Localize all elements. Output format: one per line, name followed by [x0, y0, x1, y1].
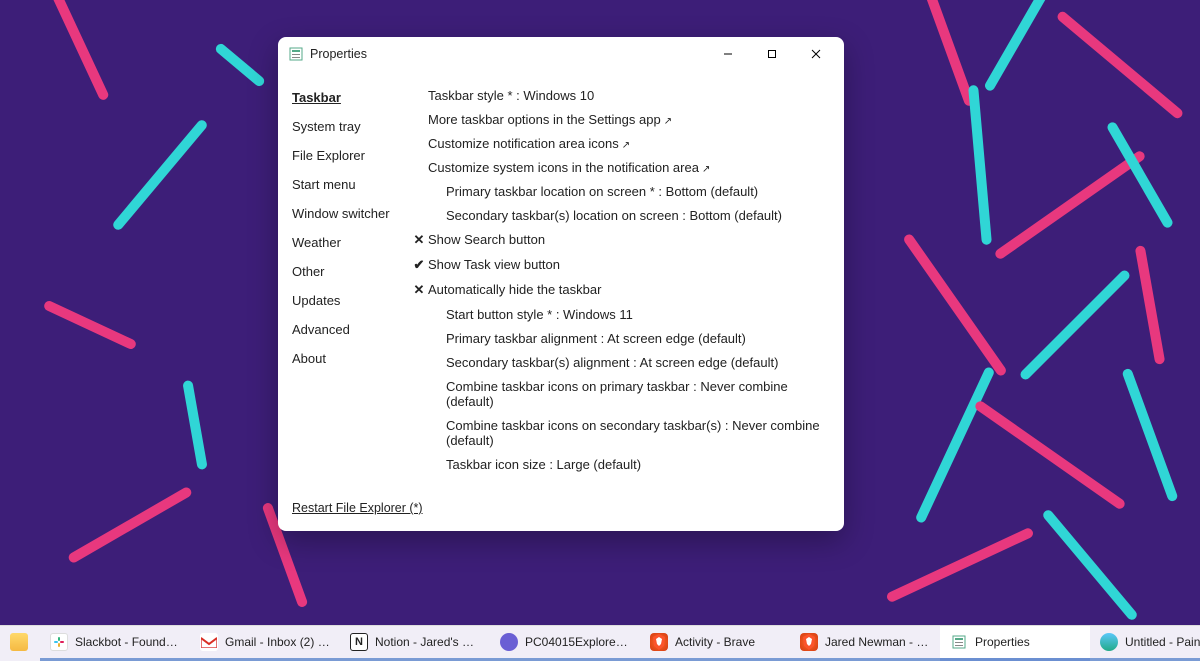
props-icon — [950, 633, 968, 651]
paint-icon — [1100, 633, 1118, 651]
properties-window: Properties TaskbarSystem trayFile Explor… — [278, 37, 844, 531]
external-arrow-icon: ↗ — [702, 164, 710, 175]
sidebar-item-system-tray[interactable]: System tray — [292, 112, 406, 141]
brave-icon — [650, 633, 668, 651]
slack-icon — [50, 633, 68, 651]
taskbar-item[interactable]: Activity - Brave — [640, 626, 790, 661]
taskbar: Slackbot - Foundry ... Gmail - Inbox (2) … — [0, 625, 1200, 661]
external-arrow-icon: ↗ — [664, 116, 672, 127]
setting-label: Combine taskbar icons on primary taskbar… — [446, 379, 834, 409]
folder-icon — [10, 633, 28, 651]
setting-row[interactable]: ✔Show Task view button — [410, 252, 834, 277]
setting-label: Customize notification area icons↗ — [428, 136, 834, 151]
maximize-button[interactable] — [750, 40, 794, 68]
sidebar-item-about[interactable]: About — [292, 344, 406, 373]
x-icon: ✕ — [410, 232, 428, 248]
start-button[interactable] — [0, 626, 40, 661]
taskbar-item[interactable]: Untitled - Paint — [1090, 626, 1200, 661]
setting-label: Taskbar icon size : Large (default) — [446, 457, 834, 472]
taskbar-label: Properties — [975, 635, 1030, 649]
taskbar-label: Gmail - Inbox (2) - ... — [225, 635, 330, 649]
taskbar-label: Jared Newman - Br... — [825, 635, 930, 649]
setting-row[interactable]: ✕Automatically hide the taskbar — [410, 277, 834, 302]
window-footer: Restart File Explorer (*) — [278, 489, 844, 531]
setting-row[interactable]: Combine taskbar icons on secondary taskb… — [410, 413, 834, 452]
setting-label: More taskbar options in the Settings app… — [428, 112, 834, 127]
taskbar-item[interactable]: Slackbot - Foundry ... — [40, 626, 190, 661]
taskbar-item[interactable]: Jared Newman - Br... — [790, 626, 940, 661]
external-arrow-icon: ↗ — [622, 140, 630, 151]
taskbar-item[interactable]: Gmail - Inbox (2) - ... — [190, 626, 340, 661]
setting-label: Taskbar style * : Windows 10 — [428, 88, 834, 103]
setting-label: Combine taskbar icons on secondary taskb… — [446, 418, 834, 448]
x-icon: ✕ — [410, 282, 428, 298]
taskbar-label: Slackbot - Foundry ... — [75, 635, 180, 649]
taskbar-item[interactable]: PC04015ExplorerPa... — [490, 626, 640, 661]
setting-label: Secondary taskbar(s) location on screen … — [446, 208, 834, 223]
sidebar-item-other[interactable]: Other — [292, 257, 406, 286]
setting-row[interactable]: Secondary taskbar(s) alignment : At scre… — [410, 350, 834, 374]
sidebar-item-updates[interactable]: Updates — [292, 286, 406, 315]
taskbar-item[interactable]: N Notion - Jared's Scr... — [340, 626, 490, 661]
setting-label: Customize system icons in the notificati… — [428, 160, 834, 175]
titlebar[interactable]: Properties — [278, 37, 844, 71]
setting-row[interactable]: Start button style * : Windows 11 — [410, 302, 834, 326]
sidebar-item-start-menu[interactable]: Start menu — [292, 170, 406, 199]
sidebar-item-weather[interactable]: Weather — [292, 228, 406, 257]
setting-label: Automatically hide the taskbar — [428, 282, 834, 297]
check-icon: ✔ — [410, 257, 428, 273]
setting-row[interactable]: Customize notification area icons↗ — [410, 131, 834, 155]
sidebar-item-window-switcher[interactable]: Window switcher — [292, 199, 406, 228]
sidebar-item-advanced[interactable]: Advanced — [292, 315, 406, 344]
setting-row[interactable]: Secondary taskbar(s) location on screen … — [410, 203, 834, 227]
minimize-button[interactable] — [706, 40, 750, 68]
setting-label: Show Task view button — [428, 257, 834, 272]
taskbar-label: Activity - Brave — [675, 635, 755, 649]
setting-row[interactable]: Taskbar style * : Windows 10 — [410, 83, 834, 107]
taskbar-label: PC04015ExplorerPa... — [525, 635, 630, 649]
setting-label: Start button style * : Windows 11 — [446, 307, 834, 322]
setting-label: Primary taskbar location on screen * : B… — [446, 184, 834, 199]
taskbar-label: Untitled - Paint — [1125, 635, 1200, 649]
sidebar-item-file-explorer[interactable]: File Explorer — [292, 141, 406, 170]
ep-icon — [500, 633, 518, 651]
setting-row[interactable]: Taskbar icon size : Large (default) — [410, 452, 834, 476]
taskbar-label: Notion - Jared's Scr... — [375, 635, 480, 649]
setting-row[interactable]: Primary taskbar alignment : At screen ed… — [410, 326, 834, 350]
setting-label: Secondary taskbar(s) alignment : At scre… — [446, 355, 834, 370]
sidebar-item-taskbar[interactable]: Taskbar — [292, 83, 406, 112]
setting-label: Show Search button — [428, 232, 834, 247]
content-pane: Taskbar style * : Windows 10 More taskbar… — [406, 77, 844, 489]
restart-file-explorer-link[interactable]: Restart File Explorer (*) — [292, 501, 423, 515]
gmail-icon — [200, 633, 218, 651]
setting-label: Primary taskbar alignment : At screen ed… — [446, 331, 834, 346]
notion-icon: N — [350, 633, 368, 651]
sidebar: TaskbarSystem trayFile ExplorerStart men… — [278, 77, 406, 489]
brave-icon — [800, 633, 818, 651]
setting-row[interactable]: ✕Show Search button — [410, 227, 834, 252]
setting-row[interactable]: Primary taskbar location on screen * : B… — [410, 179, 834, 203]
setting-row[interactable]: Combine taskbar icons on primary taskbar… — [410, 374, 834, 413]
setting-row[interactable]: More taskbar options in the Settings app… — [410, 107, 834, 131]
close-button[interactable] — [794, 40, 838, 68]
taskbar-item[interactable]: Properties — [940, 626, 1090, 661]
window-title: Properties — [310, 47, 367, 61]
properties-icon — [288, 46, 304, 62]
setting-row[interactable]: Customize system icons in the notificati… — [410, 155, 834, 179]
